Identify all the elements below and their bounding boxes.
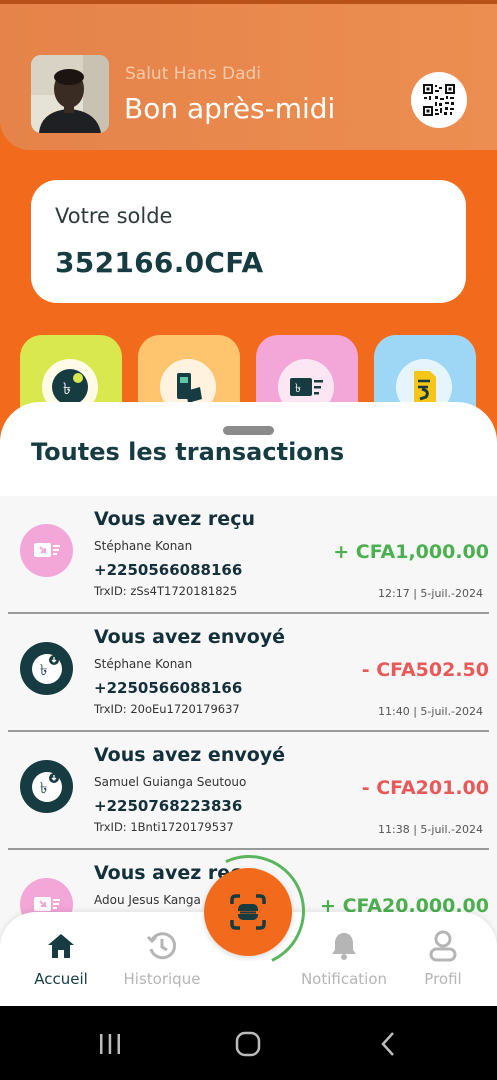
history-icon [144,928,180,964]
transaction-id: TrxID: 20oEu1720179637 [94,702,240,716]
qr-code-button[interactable] [411,72,467,128]
system-navigation-bar [0,1006,497,1080]
transaction-phone: +2250566088166 [94,561,243,579]
transaction-row[interactable]: ৳ Vous avez envoyé Stéphane Konan +22505… [0,614,497,732]
bell-icon [326,928,362,964]
svg-text:৳: ৳ [40,779,47,797]
sent-money-icon: ৳ [20,642,73,695]
back-button[interactable] [368,1028,408,1060]
scan-icon [230,894,266,930]
transaction-date: 12:17 | 5-juil.-2024 [378,587,483,600]
transaction-name: Stéphane Konan [94,657,193,671]
nav-profile-label: Profil [424,970,462,988]
balance-label: Votre solde [55,204,173,228]
transaction-name: Samuel Guianga Seutouo [94,775,247,789]
transaction-amount: - CFA201.00 [361,777,489,799]
header: Salut Hans Dadi Bon après-midi [0,4,497,150]
svg-text:৳: ৳ [40,661,47,679]
transaction-date: 11:40 | 5-juil.-2024 [378,705,483,718]
balance-value: 352166.0CFA [55,246,264,279]
transaction-row[interactable]: ৳ Vous avez envoyé Samuel Guianga Seutou… [0,732,497,850]
transaction-name: Stéphane Konan [94,539,193,553]
transaction-title: Vous avez envoyé [94,744,286,766]
transaction-phone: +2250566088166 [94,679,243,697]
balance-card: Votre solde 352166.0CFA [31,180,466,303]
sent-money-icon: ৳ [20,760,73,813]
transaction-title: Vous avez envoyé [94,626,286,648]
nav-profile[interactable]: Profil [393,912,493,1006]
home-icon [43,928,79,964]
greeting-text: Salut Hans Dadi [125,64,262,84]
avatar[interactable] [31,55,109,133]
back-chevron-icon [381,1032,394,1056]
profile-icon [425,928,461,964]
transaction-id: TrxID: zSs4T1720181825 [94,584,238,598]
nav-notification[interactable]: Notification [294,912,394,1006]
svg-text:৳: ৳ [63,379,71,398]
transaction-name: Adou Jesus Kanga [94,893,201,907]
transaction-date: 11:38 | 5-juil.-2024 [378,823,483,836]
nav-home[interactable]: Accueil [11,912,111,1006]
received-money-icon [20,524,73,577]
recent-apps-button[interactable] [90,1028,130,1060]
scan-button[interactable] [204,868,292,956]
nav-notification-label: Notification [300,970,388,988]
nav-home-label: Accueil [34,970,88,988]
svg-text:৳: ৳ [295,381,301,395]
nav-history-label: Historique [123,970,201,988]
home-system-button[interactable] [228,1028,268,1060]
time-of-day-text: Bon après-midi [124,92,336,125]
transaction-amount: - CFA502.50 [361,659,489,681]
transactions-title: Toutes les transactions [31,438,345,466]
transaction-title: Vous avez reçu [94,508,255,530]
transaction-phone: +2250768223836 [94,797,243,815]
home-circle-icon [235,1031,261,1057]
qr-code-icon [423,84,455,116]
recent-apps-icon [100,1034,120,1054]
transaction-amount: + CFA1,000.00 [333,541,489,563]
drag-handle[interactable] [223,426,274,435]
transaction-id: TrxID: 1Bnti1720179537 [94,820,234,834]
transaction-row[interactable]: Vous avez reçu Stéphane Konan +225056608… [0,496,497,614]
